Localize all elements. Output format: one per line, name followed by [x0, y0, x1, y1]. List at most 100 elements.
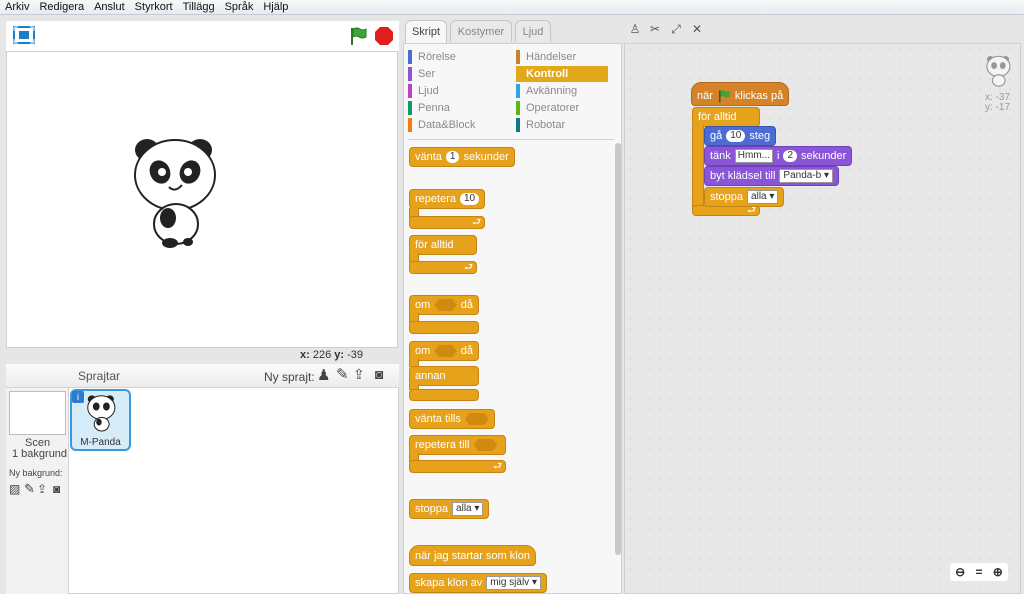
stage[interactable]	[6, 51, 398, 348]
green-flag-icon	[719, 89, 730, 102]
category-ser[interactable]: Ser	[408, 66, 508, 82]
camera-sprite-icon[interactable]: ◙	[375, 366, 383, 382]
block-condition-slot[interactable]	[473, 439, 498, 451]
block-dropdown[interactable]: alla ▾	[452, 502, 484, 516]
block-number-input[interactable]: 10	[459, 193, 480, 205]
category-ljud[interactable]: Ljud	[408, 83, 508, 99]
script-when-flag-clicked[interactable]: när klickas på	[691, 82, 790, 106]
block-create-clone[interactable]: skapa klon av mig själv ▾	[409, 573, 547, 593]
block-number-input[interactable]: 1	[445, 151, 460, 163]
block-repeat-bottom: ⮐	[409, 216, 485, 229]
block-condition-slot[interactable]	[464, 413, 489, 425]
script-area[interactable]	[624, 43, 1021, 594]
category-label: Ser	[418, 68, 436, 80]
block-condition-slot[interactable]	[434, 299, 457, 311]
category-color-bar	[516, 67, 520, 81]
panda-sprite[interactable]	[132, 132, 222, 250]
category-list-left: Rörelse Ser Ljud Penna Data&Block	[408, 49, 508, 133]
category-color-bar	[408, 84, 412, 98]
script-forever[interactable]: för alltid	[692, 107, 760, 127]
menu-arkiv[interactable]: Arkiv	[0, 0, 34, 14]
x-label: x:	[300, 349, 310, 361]
menu-anslut[interactable]: Anslut	[89, 0, 130, 14]
grow-icon[interactable]: ⤢	[669, 22, 683, 36]
sprite-tile-m-panda[interactable]: i M-Panda	[70, 389, 131, 451]
zoom-reset-icon[interactable]: =	[975, 565, 982, 579]
camera-backdrop-icon[interactable]: ◙	[53, 482, 60, 496]
block-when-clone-starts[interactable]: när jag startar som klon	[409, 545, 536, 566]
zoom-out-icon[interactable]: ⊖	[955, 565, 965, 579]
block-dropdown[interactable]: alla ▾	[747, 190, 779, 204]
block-stop[interactable]: stoppa alla ▾	[409, 499, 490, 519]
category-avkanning[interactable]: Avkänning	[516, 83, 608, 99]
loop-arrow-icon: ⮐	[493, 461, 502, 472]
category-handelser[interactable]: Händelser	[516, 49, 608, 65]
block-else: annan	[409, 366, 479, 386]
tab-kostymer[interactable]: Kostymer	[450, 20, 512, 42]
block-text: vänta tills	[415, 413, 461, 425]
block-text: stoppa	[415, 503, 449, 515]
palette-divider	[408, 139, 614, 140]
block-wait-until[interactable]: vänta tills	[409, 409, 495, 429]
block-repeat[interactable]: repetera 10	[409, 189, 485, 209]
block-dropdown[interactable]: mig själv ▾	[486, 576, 541, 590]
block-forever[interactable]: för alltid	[409, 235, 477, 255]
block-text-input[interactable]: Hmm...	[734, 149, 774, 163]
category-color-bar	[408, 101, 412, 115]
block-condition-slot[interactable]	[434, 345, 457, 357]
green-flag-button[interactable]	[348, 26, 368, 46]
category-data-block[interactable]: Data&Block	[408, 117, 508, 133]
tab-skript[interactable]: Skript	[405, 20, 447, 44]
block-text: för alltid	[698, 111, 737, 123]
sprite-corner-thumbnail	[986, 55, 1011, 87]
tab-ljud[interactable]: Ljud	[515, 20, 551, 42]
category-label: Operatorer	[526, 102, 580, 114]
block-dropdown[interactable]: Panda-b ▾	[779, 169, 834, 183]
menu-styrkort[interactable]: Styrkort	[130, 0, 178, 14]
script-stop[interactable]: stoppa alla ▾	[704, 187, 785, 207]
stage-thumbnail[interactable]	[9, 391, 66, 435]
choose-sprite-icon[interactable]: ♟	[317, 366, 330, 384]
script-move[interactable]: gå 10 steg	[704, 126, 777, 146]
category-operatorer[interactable]: Operatorer	[516, 100, 608, 116]
category-robotar[interactable]: Robotar	[516, 117, 608, 133]
shrink-icon[interactable]: ✕	[690, 22, 704, 36]
sprite-y: y: -17	[985, 102, 1011, 113]
block-repeat-until[interactable]: repetera till	[409, 435, 506, 455]
dropdown-value: alla	[456, 503, 472, 514]
block-number-input[interactable]: 10	[726, 130, 746, 142]
menu-hjalp[interactable]: Hjälp	[258, 0, 293, 14]
category-kontroll[interactable]: Kontroll	[516, 66, 608, 82]
paint-sprite-icon[interactable]: ✎	[336, 365, 349, 383]
info-icon[interactable]: i	[72, 391, 84, 403]
backdrop-image-icon[interactable]: ▨	[9, 482, 20, 496]
block-text: när jag startar som klon	[415, 549, 530, 562]
stamp-icon[interactable]: ♙	[628, 22, 642, 36]
fullscreen-button[interactable]	[12, 25, 36, 45]
block-wait[interactable]: vänta 1 sekunder	[409, 147, 515, 167]
category-rorelse[interactable]: Rörelse	[408, 49, 508, 65]
palette-scrollbar[interactable]	[615, 143, 621, 555]
upload-backdrop-icon[interactable]: ⇪	[37, 482, 47, 496]
block-if[interactable]: om då	[409, 295, 479, 315]
scissors-icon[interactable]: ✂	[648, 22, 662, 36]
category-label: Händelser	[526, 51, 577, 63]
zoom-in-icon[interactable]: ⊕	[993, 565, 1003, 579]
category-label: Penna	[418, 102, 450, 114]
menu-redigera[interactable]: Redigera	[34, 0, 89, 14]
block-text: när	[697, 89, 713, 102]
paint-backdrop-icon[interactable]: ✎	[24, 481, 35, 497]
script-switch-costume[interactable]: byt klädsel till Panda-b ▾	[704, 166, 840, 186]
block-text: tänk	[710, 150, 731, 162]
menu-sprak[interactable]: Språk	[220, 0, 259, 14]
x-value: 226	[312, 349, 332, 361]
upload-sprite-icon[interactable]: ⇪	[353, 366, 365, 383]
panda-thumbnail	[87, 395, 116, 432]
block-if-else[interactable]: om då	[409, 341, 479, 361]
script-think[interactable]: tänk Hmm... i 2 sekunder	[704, 146, 853, 166]
block-text: annan	[415, 370, 446, 382]
block-number-input[interactable]: 2	[783, 150, 798, 162]
stop-button[interactable]	[375, 27, 393, 45]
menu-tillagg[interactable]: Tillägg	[178, 0, 220, 14]
category-penna[interactable]: Penna	[408, 100, 508, 116]
